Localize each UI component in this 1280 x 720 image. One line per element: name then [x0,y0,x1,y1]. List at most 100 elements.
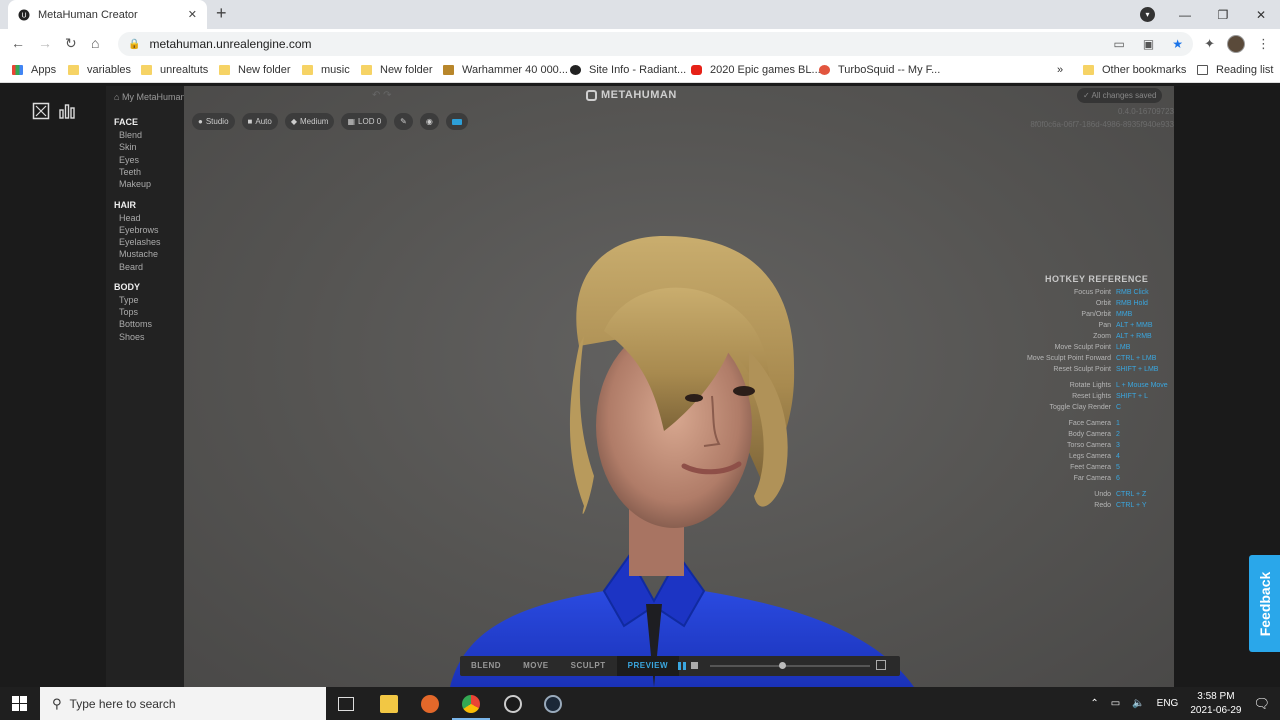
fullscreen-icon[interactable] [32,102,50,120]
minimize-button[interactable]: — [1166,8,1204,22]
session-id-label: 8f0f0c6a-06f7-186d-4986-8935f940e933 [1030,120,1174,129]
lighting-studio-button[interactable]: ● Studio [192,113,235,130]
bookmark-new-folder[interactable]: New folder [219,64,291,76]
hotkey-action: Rotate Lights [1069,382,1111,389]
search-icon: ⚲ [52,695,62,711]
language-indicator[interactable]: ENG [1157,698,1179,709]
taskbar-search[interactable]: ⚲ Type here to search [40,687,326,720]
nav-body-bottoms[interactable]: Bottoms [119,319,152,329]
nav-face-blend[interactable]: Blend [119,130,142,140]
pause-icon[interactable] [678,662,686,670]
timeline-track[interactable] [710,665,870,667]
reload-icon[interactable]: ↻ [65,35,77,52]
home-icon[interactable]: ⌂ [91,35,99,51]
steam-icon[interactable] [544,695,562,713]
hotkey-action: Torso Camera [1067,442,1111,449]
hotkey-key: 4 [1116,453,1120,460]
bookmark-epic-games[interactable]: 2020 Epic games BL... [691,64,821,76]
tab-search-icon[interactable]: ▾ [1140,7,1155,22]
hotkey-key: L + Mouse Move [1116,382,1168,389]
bookmark-turbosquid[interactable]: TurboSquid -- My F... [819,64,940,76]
chrome-icon[interactable] [452,695,490,720]
clay-render-button[interactable]: ◉ [419,113,439,130]
forward-arrow-icon[interactable]: → [38,35,52,51]
undo-redo: ↶ ↷ [372,90,392,101]
reading-list[interactable]: Reading list [1197,64,1273,76]
nav-hair-beard[interactable]: Beard [119,262,143,272]
stop-icon[interactable] [691,662,698,669]
turbosquid-icon [819,65,830,75]
extensions-icon[interactable]: ✦ [1204,36,1215,52]
undo-icon[interactable]: ↶ [372,90,380,101]
hotkey-action: Move Sculpt Point [1054,344,1111,351]
close-window-button[interactable]: ✕ [1242,8,1280,22]
bookmark-star-icon[interactable]: ★ [1172,37,1183,51]
nav-hair-eyelashes[interactable]: Eyelashes [119,237,161,247]
camera-auto-button[interactable]: ■ Auto [241,113,278,130]
bookmarks-overflow[interactable]: » [1057,64,1063,76]
stats-chart-icon[interactable] [58,102,76,120]
tray-chevron-icon[interactable]: ⌃ [1090,698,1098,709]
nav-body-tops[interactable]: Tops [119,307,138,317]
light-bulb-icon: ● [198,117,203,126]
screenshot-icon[interactable]: ▣ [1143,37,1154,51]
hotkey-row: Move Sculpt Point Forward CTRL + LMB [1000,355,1174,365]
bookmark-apps[interactable]: Apps [12,64,56,76]
nav-hair-head[interactable]: Head [119,213,141,223]
home-icon[interactable]: ⌂ [114,92,119,102]
hotkey-action: Move Sculpt Point Forward [1026,355,1111,362]
bookmark-variables[interactable]: variables [68,64,131,76]
firefox-icon[interactable] [421,695,439,713]
background-toggle-button[interactable] [445,113,468,130]
menu-kebab-icon[interactable]: ⋮ [1257,36,1270,52]
browser-tab-metahuman[interactable]: U MetaHuman Creator ✕ [8,0,207,29]
quality-medium-button[interactable]: ◆ Medium [284,113,335,130]
nav-hair-eyebrows[interactable]: Eyebrows [119,225,159,235]
bookmark-unrealtuts[interactable]: unrealtuts [141,64,208,76]
obs-icon[interactable] [504,695,522,713]
profile-avatar[interactable] [1227,35,1245,53]
file-explorer-icon[interactable] [380,695,398,713]
feedback-button[interactable]: Feedback [1249,555,1280,652]
nav-hair-mustache[interactable]: Mustache [119,249,158,259]
task-view-icon[interactable] [338,697,354,711]
browser-nav-bar: ← → ↻ ⌂ 🔒 metahuman.unrealengine.com ▭ ▣… [0,29,1280,59]
nav-face-teeth[interactable]: Teeth [119,167,141,177]
back-arrow-icon[interactable]: ← [11,35,25,51]
bookmark-other[interactable]: Other bookmarks [1083,64,1186,76]
save-status-badge: ✓ All changes saved [1077,88,1163,103]
bookmark-music[interactable]: music [302,64,350,76]
lod-button[interactable]: ▦ LOD 0 [341,113,388,130]
nav-face-makeup[interactable]: Makeup [119,179,151,189]
notifications-icon[interactable]: 🗨 [1253,696,1270,712]
mode-preview[interactable]: PREVIEW [616,656,680,676]
maximize-button[interactable]: ❐ [1204,8,1242,22]
hotkey-key: 1 [1116,420,1120,427]
redo-icon[interactable]: ↷ [383,90,391,101]
bookmark-new-folder-2[interactable]: New folder [361,64,433,76]
volume-icon[interactable]: 🔈 [1132,698,1144,709]
hotkey-key: RMB Click [1116,289,1149,296]
windows-start-icon[interactable] [12,696,28,712]
nav-face-skin[interactable]: Skin [119,142,137,152]
lock-icon[interactable]: 🔒 [128,39,140,50]
tab-close-icon[interactable]: ✕ [188,8,197,21]
mode-blend[interactable]: BLEND [460,656,512,676]
nav-body-shoes[interactable]: Shoes [119,332,145,342]
hotkey-key: 3 [1116,442,1120,449]
mode-sculpt[interactable]: SCULPT [560,656,617,676]
brush-tool-button[interactable]: ✎ [394,113,413,130]
timeline-scrubber[interactable] [779,662,786,669]
hotkey-row: Torso Camera 3 [1000,442,1174,452]
nav-face-eyes[interactable]: Eyes [119,155,139,165]
clock[interactable]: 3:58 PM 2021-06-29 [1190,690,1241,718]
mode-move[interactable]: MOVE [512,656,560,676]
new-tab-button[interactable]: + [216,3,227,24]
nav-body-type[interactable]: Type [119,295,139,305]
bookmark-warhammer[interactable]: Warhammer 40 000... [443,64,568,76]
address-bar[interactable]: 🔒 metahuman.unrealengine.com ▭ ▣ ★ [118,32,1193,56]
cast-icon[interactable]: ▭ [1114,37,1125,51]
bookmark-radiant[interactable]: Site Info - Radiant... [570,64,686,76]
battery-icon[interactable]: ▭ [1111,698,1120,709]
animation-select-icon[interactable] [876,660,886,670]
